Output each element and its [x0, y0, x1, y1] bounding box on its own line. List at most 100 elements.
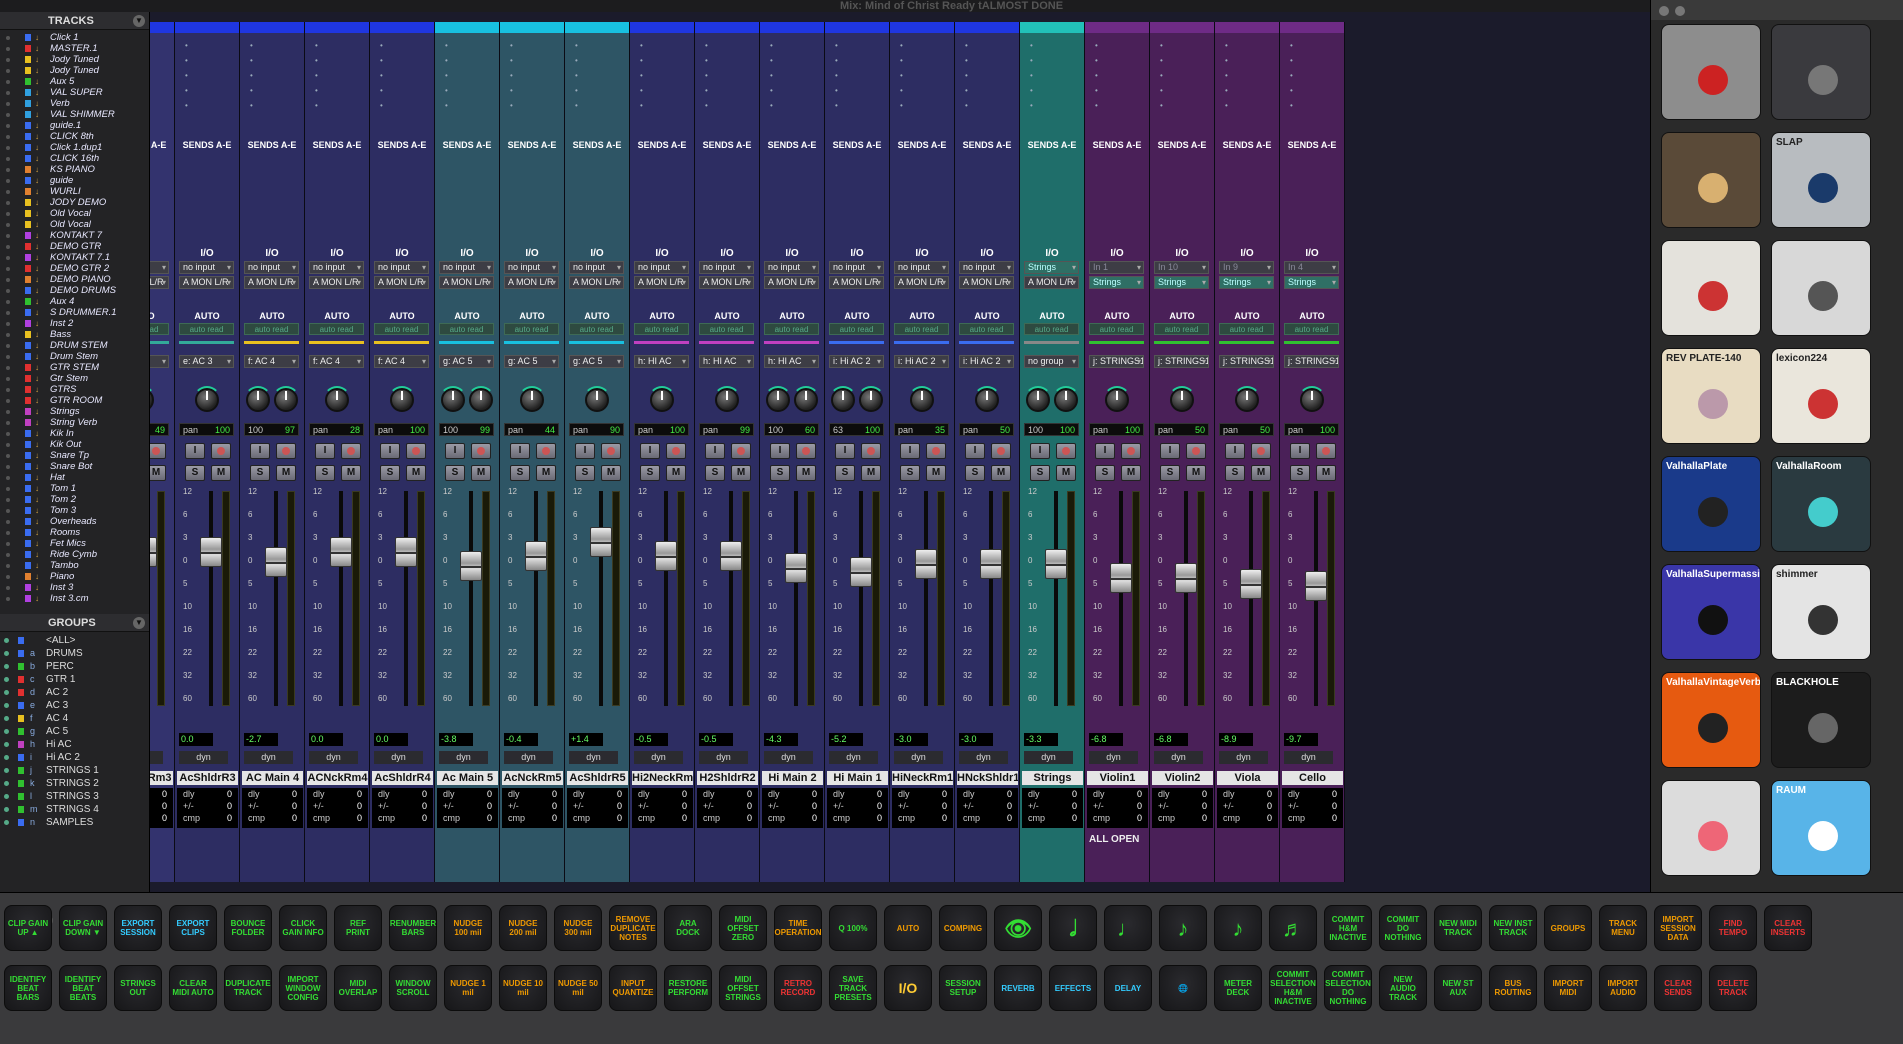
automation-mode-selector[interactable]: auto read	[309, 323, 364, 335]
insert-slot[interactable]: •	[246, 83, 312, 98]
insert-slot[interactable]: •	[636, 38, 702, 53]
track-name-plate[interactable]: Ac Main 5	[437, 771, 498, 785]
output-selector[interactable]: Strings	[1284, 276, 1339, 289]
output-selector[interactable]: A MON L/R	[569, 276, 624, 289]
track-visibility-icon[interactable]	[6, 80, 10, 84]
group-selector[interactable]: no group	[1024, 355, 1079, 368]
plugin-tile[interactable]: ValhallaPlate	[1661, 456, 1761, 552]
insert-slot[interactable]: •	[896, 38, 962, 53]
track-list-item[interactable]: ↓ Overheads	[0, 516, 149, 527]
track-visibility-icon[interactable]	[6, 278, 10, 282]
toolbar-button[interactable]: SAVE TRACK PRESETS	[829, 965, 877, 1011]
track-name-plate[interactable]: AcShldrR5	[567, 771, 628, 785]
toolbar-button[interactable]: IMPORT MIDI	[1544, 965, 1592, 1011]
insert-slot[interactable]: •	[1156, 98, 1222, 113]
input-monitor-button[interactable]: I	[835, 443, 855, 459]
toolbar-button[interactable]: FIND TEMPO	[1709, 905, 1757, 951]
track-visibility-icon[interactable]	[6, 245, 10, 249]
volume-readout[interactable]: -3.0	[894, 733, 928, 746]
insert-slot[interactable]: •	[1091, 38, 1157, 53]
track-list-item[interactable]: ↓ GTR ROOM	[0, 395, 149, 406]
group-active-icon[interactable]	[4, 820, 9, 825]
dyn-button[interactable]: dyn	[764, 751, 813, 764]
toolbar-button[interactable]: AUTO	[884, 905, 932, 951]
toolbar-button[interactable]: RESTORE PERFORM	[664, 965, 712, 1011]
mute-button[interactable]: M	[406, 465, 426, 481]
output-selector[interactable]: A MON L/R	[374, 276, 429, 289]
solo-button[interactable]: S	[965, 465, 985, 481]
pan-knob[interactable]	[857, 386, 885, 412]
mute-button[interactable]: M	[150, 465, 166, 481]
record-arm-button[interactable]	[471, 443, 491, 459]
group-active-icon[interactable]	[4, 690, 9, 695]
volume-readout[interactable]: -2.7	[244, 733, 278, 746]
group-active-icon[interactable]	[4, 664, 9, 669]
input-monitor-button[interactable]: I	[1225, 443, 1245, 459]
toolbar-button[interactable]: NUDGE 100 mil	[444, 905, 492, 951]
track-visibility-icon[interactable]	[6, 498, 10, 502]
track-visibility-icon[interactable]	[6, 135, 10, 139]
track-visibility-icon[interactable]	[6, 91, 10, 95]
track-list-item[interactable]: ↓ Inst 2	[0, 318, 149, 329]
dyn-button[interactable]: dyn	[1219, 751, 1268, 764]
output-selector[interactable]: A MON L/R	[894, 276, 949, 289]
group-selector[interactable]: g: AC 5	[439, 355, 494, 368]
group-selector[interactable]: f: AC 4	[374, 355, 429, 368]
insert-slot[interactable]: •	[961, 53, 1027, 68]
insert-slots[interactable]: •••••	[701, 38, 767, 134]
toolbar-button[interactable]: COMMIT SELECTION H&M INACTIVE	[1269, 965, 1317, 1011]
toolbar-button[interactable]: TIME OPERATION	[774, 905, 822, 951]
toolbar-button[interactable]: DELAY	[1104, 965, 1152, 1011]
track-visibility-icon[interactable]	[6, 234, 10, 238]
group-list-item[interactable]: m STRINGS 4	[0, 803, 149, 816]
toolbar-button[interactable]: NUDGE 200 mil	[499, 905, 547, 951]
insert-slot[interactable]: •	[506, 98, 572, 113]
group-list-item[interactable]: c GTR 1	[0, 673, 149, 686]
output-selector[interactable]: A MON L/R	[504, 276, 559, 289]
pan-knob[interactable]	[1024, 386, 1052, 412]
insert-slots[interactable]: •••••	[636, 38, 702, 134]
input-selector[interactable]: no input	[569, 261, 624, 274]
insert-slot[interactable]: •	[896, 98, 962, 113]
track-list-item[interactable]: ↓ MASTER.1	[0, 43, 149, 54]
track-visibility-icon[interactable]	[6, 421, 10, 425]
group-list-item[interactable]: a DRUMS	[0, 647, 149, 660]
track-visibility-icon[interactable]	[6, 69, 10, 73]
track-list-item[interactable]: ↓ Hat	[0, 472, 149, 483]
mute-button[interactable]: M	[536, 465, 556, 481]
group-list-item[interactable]: b PERC	[0, 660, 149, 673]
insert-slot[interactable]: •	[571, 38, 637, 53]
insert-slot[interactable]: •	[1221, 83, 1287, 98]
track-visibility-icon[interactable]	[6, 212, 10, 216]
track-name-plate[interactable]: Cello	[1282, 771, 1343, 785]
insert-slot[interactable]: •	[311, 98, 377, 113]
toolbar-button[interactable]: METER DECK	[1214, 965, 1262, 1011]
group-selector[interactable]: j: STRINGS1	[1284, 355, 1339, 368]
toolbar-button[interactable]: CLIP GAIN UP ▲	[4, 905, 52, 951]
insert-slot[interactable]: •	[506, 53, 572, 68]
dyn-button[interactable]: dyn	[959, 751, 1008, 764]
track-list-item[interactable]: ↓ DEMO PIANO	[0, 274, 149, 285]
input-selector[interactable]: no input	[959, 261, 1014, 274]
insert-slot[interactable]: •	[181, 53, 247, 68]
volume-fader[interactable]	[1045, 549, 1067, 579]
toolbar-button[interactable]: IDENTIFY BEAT BEATS	[59, 965, 107, 1011]
track-list-item[interactable]: ↓ Verb	[0, 98, 149, 109]
track-list-item[interactable]: ↓ Jody Tuned	[0, 65, 149, 76]
toolbar-button[interactable]: 🌐	[1159, 965, 1207, 1011]
track-visibility-icon[interactable]	[6, 553, 10, 557]
pan-value-display[interactable]: 49	[150, 423, 169, 436]
input-selector[interactable]: no input	[150, 261, 169, 274]
insert-slot[interactable]: •	[1026, 83, 1092, 98]
insert-slot[interactable]: •	[506, 83, 572, 98]
record-arm-button[interactable]	[796, 443, 816, 459]
solo-button[interactable]: S	[1030, 465, 1050, 481]
group-active-icon[interactable]	[4, 638, 9, 643]
track-visibility-icon[interactable]	[6, 146, 10, 150]
group-active-icon[interactable]	[4, 703, 9, 708]
insert-slot[interactable]: •	[441, 53, 507, 68]
plugin-tile[interactable]: RAUM	[1771, 780, 1871, 876]
solo-button[interactable]: S	[705, 465, 725, 481]
track-list-item[interactable]: ↓ WURLI	[0, 186, 149, 197]
pan-knob[interactable]	[792, 386, 820, 412]
